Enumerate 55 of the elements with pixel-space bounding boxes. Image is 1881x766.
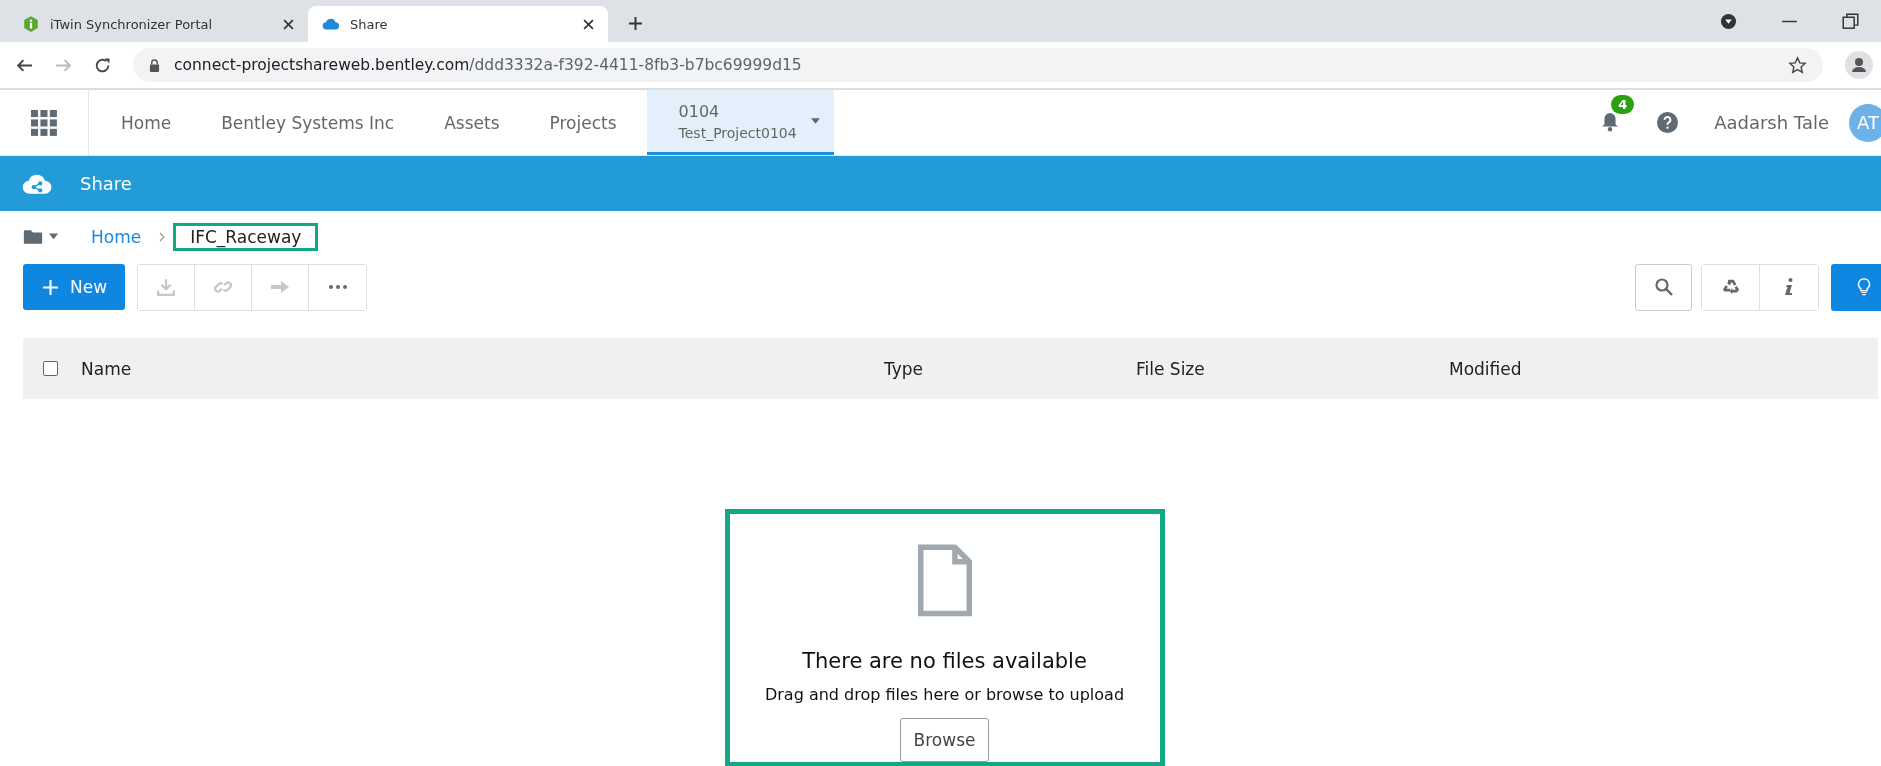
close-icon[interactable] [583,18,594,30]
cloud-share-icon [22,172,52,195]
search-icon [1654,278,1673,296]
browser-tab[interactable]: iTwin Synchronizer Portal [8,6,308,42]
empty-title: There are no files available [802,648,1087,673]
nav-link[interactable]: Bentley Systems Inc [221,112,395,133]
lock-icon [149,58,160,72]
shield-favicon-icon [22,15,40,33]
column-header[interactable]: Name [81,358,132,379]
project-selector[interactable]: 0104 Test_Project0104 [646,90,834,155]
address-field[interactable]: connect-projectshareweb.bentley.com/ddd3332a-f392-4411-8fb3-b7bc69999d15 [133,48,1823,82]
url-text: connect-projectshareweb.bentley.com/ddd3332a-f392-4411-8fb3-b7bc69999d15 [174,56,802,74]
lightbulb-icon [1855,278,1873,296]
project-number: 0104 [678,101,721,121]
project-name: Test_Project0104 [678,124,797,141]
browser-tab[interactable]: Share [308,6,608,42]
select-all-checkbox[interactable] [43,361,58,376]
lightbulb-button[interactable] [1831,263,1881,311]
document-icon [916,544,973,617]
breadcrumb-link[interactable]: Home [91,227,142,247]
column-header[interactable]: File Size [1136,358,1205,379]
caret-icon [810,118,820,124]
search-button[interactable] [1635,263,1692,311]
link-icon [214,278,233,296]
recycle-icon [1721,278,1740,296]
new-tab-icon[interactable] [628,16,643,31]
user-name[interactable]: Aadarsh Tale [1714,112,1829,133]
plus-icon [43,279,58,295]
nav-link[interactable]: Assets [444,112,500,133]
notification-badge: 4 [1611,94,1635,114]
column-header[interactable]: Modified [1449,358,1522,379]
download-icon [157,278,176,296]
more-icon [328,285,347,289]
empty-message: Drag and drop files here or browse to upload [764,684,1125,704]
new-button[interactable]: New [23,264,126,310]
star-icon[interactable] [1788,55,1807,75]
folder-icon[interactable] [23,229,59,245]
drop-zone[interactable]: There are no files available Drag and drop files here or browse to upload Browse [724,509,1165,766]
app-title: Share [80,173,132,194]
dropdown-circle-icon[interactable] [1720,13,1737,30]
bell-icon[interactable] [1601,111,1620,132]
chevron-icon [159,232,166,242]
right-arrow-icon [271,278,290,296]
app-grid-icon[interactable] [31,109,57,136]
nav-link[interactable]: Home [121,112,172,133]
column-header[interactable]: Type [884,358,924,379]
close-icon[interactable] [283,18,294,30]
browse-button[interactable]: Browse [899,717,990,762]
reload-icon[interactable] [94,56,111,74]
help-icon[interactable] [1657,112,1679,133]
current-folder: IFC_Raceway [173,223,319,251]
recycle-button[interactable] [1702,264,1760,310]
profile-icon[interactable] [1845,51,1873,79]
nav-link[interactable]: Projects [549,112,617,133]
restore-icon[interactable] [1842,13,1859,30]
